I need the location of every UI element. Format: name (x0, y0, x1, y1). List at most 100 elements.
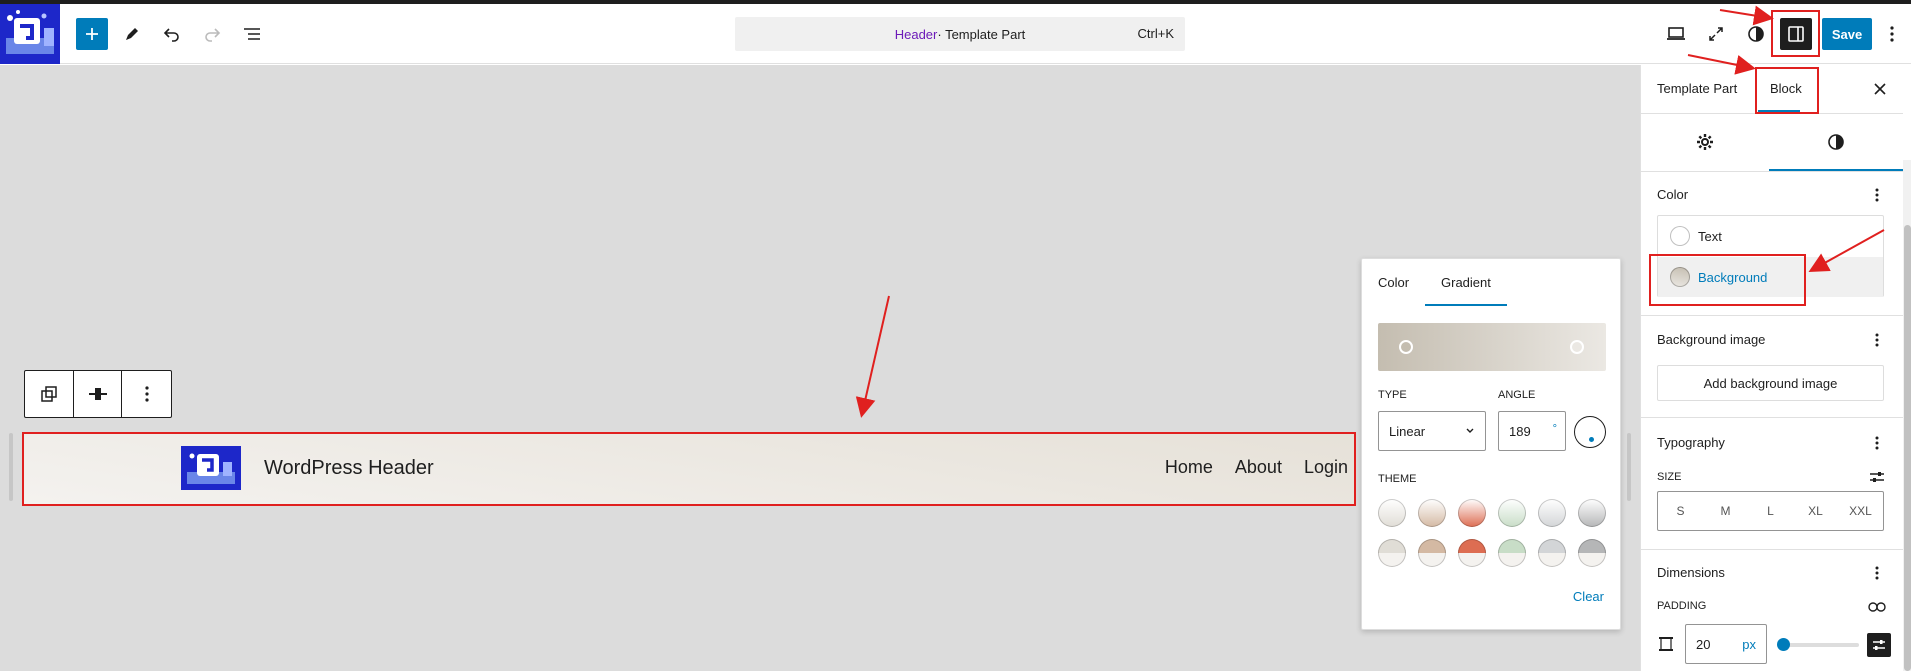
theme-gradient-swatch[interactable] (1498, 499, 1526, 527)
header-site-title[interactable]: WordPress Header (264, 457, 434, 480)
tab-gradient[interactable]: Gradient (1441, 275, 1491, 290)
block-transform-icon[interactable] (25, 371, 74, 417)
annotation-box-background (1649, 254, 1806, 306)
theme-gradient-swatch[interactable] (1458, 499, 1486, 527)
sidebar-divider (1641, 417, 1903, 418)
angle-dial-indicator (1589, 437, 1594, 442)
chevron-down-icon (1466, 428, 1474, 433)
link-sides-icon[interactable] (1867, 597, 1887, 617)
nav-item-home[interactable]: Home (1165, 457, 1213, 478)
padding-slider-thumb[interactable] (1777, 638, 1790, 651)
color-item-text-label: Text (1698, 228, 1722, 244)
styles-contrast-icon[interactable] (1740, 18, 1772, 50)
gradient-angle-input[interactable]: 189 ° (1498, 411, 1566, 451)
padding-vertical-icon (1657, 635, 1675, 653)
tools-pencil-icon[interactable] (116, 18, 148, 50)
theme-split-swatch[interactable] (1378, 539, 1406, 567)
typography-panel-title: Typography (1657, 435, 1725, 450)
header-template-part-block[interactable]: WordPress Header Home About Login (22, 432, 1356, 506)
gradient-type-value: Linear (1389, 424, 1426, 439)
header-site-logo[interactable] (181, 446, 241, 490)
theme-gradient-swatch[interactable] (1418, 499, 1446, 527)
background-image-options-icon[interactable] (1867, 330, 1887, 350)
redo-icon[interactable] (196, 18, 228, 50)
theme-split-swatch[interactable] (1498, 539, 1526, 567)
command-palette-button[interactable]: Header · Template Part Ctrl+K (735, 17, 1185, 51)
desktop-preview-icon[interactable] (1660, 18, 1692, 50)
theme-gradient-swatch[interactable] (1578, 499, 1606, 527)
gradient-picker-popover: Color Gradient TYPE ANGLE Linear 189 ° T… (1361, 258, 1621, 630)
gradient-type-select[interactable]: Linear (1378, 411, 1486, 451)
angle-label: ANGLE (1498, 389, 1536, 401)
settings-sidebar: Template Part Block Color Text Backgroun… (1640, 65, 1911, 671)
padding-unit[interactable]: px (1742, 637, 1756, 652)
nav-item-login[interactable]: Login (1304, 457, 1348, 478)
text-color-indicator (1670, 226, 1690, 246)
font-size-s[interactable]: S (1658, 492, 1703, 530)
angle-value: 189 (1509, 424, 1531, 439)
font-size-m[interactable]: M (1703, 492, 1748, 530)
typography-options-icon[interactable] (1867, 433, 1887, 453)
fullscreen-icon[interactable] (1700, 18, 1732, 50)
site-logo[interactable] (0, 4, 60, 64)
font-size-l[interactable]: L (1748, 492, 1793, 530)
theme-split-swatch[interactable] (1578, 539, 1606, 567)
sidebar-divider (1641, 549, 1903, 550)
popover-tabs: Color Gradient (1362, 259, 1620, 307)
dimensions-panel-title: Dimensions (1657, 565, 1725, 580)
theme-split-swatch[interactable] (1418, 539, 1446, 567)
scrollbar-thumb[interactable] (1904, 225, 1911, 671)
color-panel-title: Color (1657, 187, 1689, 202)
background-image-panel-title: Background image (1657, 332, 1766, 347)
padding-input[interactable]: 20 px (1685, 624, 1767, 664)
font-size-xxl[interactable]: XXL (1838, 492, 1883, 530)
padding-slider-track[interactable] (1779, 643, 1859, 647)
options-menu-icon[interactable] (1880, 18, 1904, 50)
theme-gradient-swatch[interactable] (1378, 499, 1406, 527)
block-align-icon[interactable] (74, 371, 123, 417)
block-options-icon[interactable] (122, 371, 171, 417)
color-item-text[interactable]: Text (1658, 216, 1883, 256)
gradient-stop-end[interactable] (1570, 340, 1584, 354)
angle-unit: ° (1552, 423, 1557, 435)
tab-color[interactable]: Color (1378, 275, 1409, 290)
document-overview-icon[interactable] (236, 18, 268, 50)
resize-handle-right[interactable] (1627, 433, 1631, 501)
padding-custom-icon[interactable] (1867, 633, 1891, 657)
add-block-button[interactable] (76, 18, 108, 50)
dimensions-options-icon[interactable] (1867, 563, 1887, 583)
theme-split-swatch[interactable] (1538, 539, 1566, 567)
font-size-xl[interactable]: XL (1793, 492, 1838, 530)
gradient-stop-start[interactable] (1399, 340, 1413, 354)
styles-half-circle-icon[interactable] (1769, 113, 1903, 171)
padding-value: 20 (1696, 637, 1711, 652)
close-icon[interactable] (1868, 77, 1892, 101)
command-template-name: Header (894, 26, 938, 42)
font-size-custom-icon[interactable] (1867, 467, 1887, 487)
type-label: TYPE (1378, 389, 1407, 401)
sidebar-divider (1641, 315, 1903, 316)
gradient-bar[interactable] (1378, 323, 1606, 371)
theme-gradient-swatch[interactable] (1538, 499, 1566, 527)
color-panel-options-icon[interactable] (1867, 185, 1887, 205)
resize-handle-left[interactable] (9, 433, 13, 501)
save-button[interactable]: Save (1822, 18, 1872, 50)
font-size-toggle-group: S M L XL XXL (1657, 491, 1884, 531)
add-background-image-button[interactable]: Add background image (1657, 365, 1884, 401)
command-template-type: · Template Part (937, 26, 1026, 42)
nav-item-about[interactable]: About (1235, 457, 1282, 478)
annotation-box-settings-toggle (1771, 10, 1820, 57)
editor-header: Header · Template Part Ctrl+K Save (0, 4, 1911, 64)
command-shortcut: Ctrl+K (1137, 26, 1174, 41)
undo-icon[interactable] (156, 18, 188, 50)
theme-split-swatch[interactable] (1458, 539, 1486, 567)
tab-template-part[interactable]: Template Part (1657, 81, 1737, 96)
angle-picker-dial[interactable] (1574, 416, 1606, 448)
font-size-label: SIZE (1657, 471, 1682, 483)
padding-label: PADDING (1657, 600, 1707, 612)
settings-gear-icon[interactable] (1641, 113, 1769, 171)
sidebar-scrollbar[interactable] (1903, 160, 1911, 671)
active-tab-indicator (1425, 304, 1507, 306)
clear-button[interactable]: Clear (1573, 589, 1604, 604)
sidebar-divider (1641, 171, 1903, 172)
